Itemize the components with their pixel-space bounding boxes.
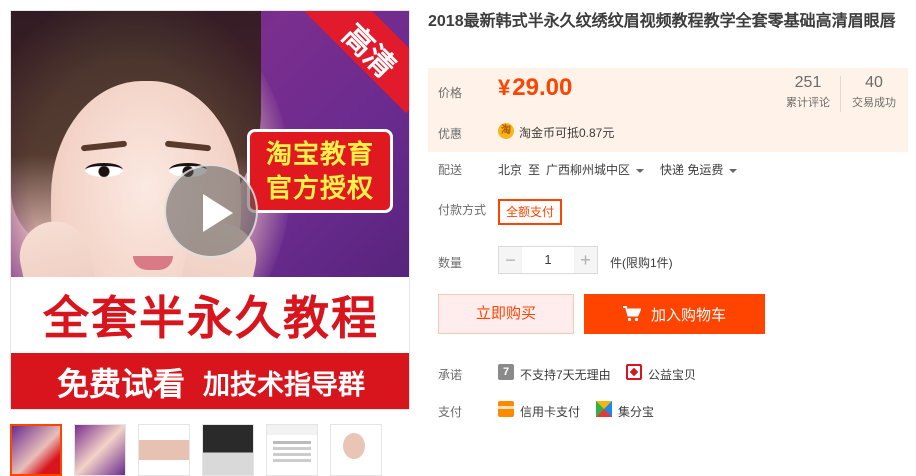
add-to-cart-label: 加入购物车 [650, 306, 726, 324]
reviews-count: 251 [794, 74, 822, 91]
thumbnail[interactable] [330, 424, 382, 476]
banner-main-text: 全套半永久教程 [43, 292, 379, 344]
chevron-down-icon [729, 168, 738, 173]
deals-label: 交易成功 [852, 97, 896, 109]
product-title: 2018最新韩式半永久纹绣纹眉视频教程教学全套零基础高清眉眼唇 [428, 13, 896, 30]
pay-label: 支付 [438, 405, 463, 419]
thumbnail[interactable] [10, 424, 62, 476]
deals-stat: 40 交易成功 [844, 74, 904, 110]
delivery-destination: 广西柳州城中区 [546, 163, 631, 177]
promo-label: 优惠 [438, 127, 463, 141]
banner-sub-text-2: 加技术指导群 [203, 369, 365, 400]
charity-icon [626, 364, 642, 380]
banner-main: 全套半永久教程 [11, 277, 409, 353]
delivery-method-select[interactable]: 快递 免运费 [660, 161, 738, 178]
thumbnail[interactable] [202, 424, 254, 476]
auth-line-1: 淘宝教育 [265, 139, 374, 169]
deals-count: 40 [865, 74, 883, 91]
delivery-method: 快递 免运费 [660, 163, 724, 177]
jifenbao-icon [596, 401, 612, 417]
jifenbao-text[interactable]: 集分宝 [618, 403, 654, 420]
cart-icon [622, 306, 641, 322]
promise-label: 承诺 [438, 368, 463, 382]
delivery-from: 北京 [498, 163, 523, 177]
price-amount: 29.00 [512, 74, 573, 101]
chevron-down-icon [636, 168, 645, 173]
banner-sub-text-1: 免费试看 [56, 366, 185, 402]
no-7day-return-text[interactable]: 不支持7天无理由 [520, 366, 611, 383]
currency-symbol: ¥ [498, 75, 511, 100]
thumbnail-strip [10, 424, 382, 476]
main-product-image[interactable]: 高清 淘宝教育 官方授权 全套半永久教程 免费试看 加技术指导群 [10, 10, 410, 410]
thumbnail[interactable] [266, 424, 318, 476]
right-brow [164, 140, 212, 152]
price-label: 价格 [438, 86, 463, 100]
quantity-input[interactable]: 1 [522, 246, 574, 274]
stat-divider [840, 76, 841, 112]
credit-card-icon [498, 401, 514, 417]
quantity-stepper: − 1 + [498, 246, 598, 274]
product-page: 高清 淘宝教育 官方授权 全套半永久教程 免费试看 加技术指导群 2018最新韩… [0, 0, 916, 476]
full-payment-option[interactable]: 全额支付 [498, 199, 563, 225]
quantity-decrease-button[interactable]: − [498, 246, 522, 274]
play-video-button[interactable] [164, 164, 258, 258]
quantity-limit-note: 件(限购1件) [610, 256, 673, 270]
mouth [133, 256, 173, 270]
add-to-cart-button[interactable]: 加入购物车 [584, 294, 765, 334]
delivery-destination-select[interactable]: 广西柳州城中区 [546, 161, 645, 178]
reviews-stat[interactable]: 251 累计评论 [778, 74, 838, 110]
play-icon [203, 194, 233, 232]
auth-line-2: 官方授权 [265, 173, 374, 203]
taojinbi-coin-icon: 淘 [498, 123, 514, 139]
left-brow [80, 140, 128, 152]
price-panel: 价格 ¥29.00 251 累计评论 40 交易成功 优惠 淘 淘金币可抵0.8… [428, 68, 908, 152]
payment-method-label: 付款方式 [438, 203, 487, 217]
buy-now-button[interactable]: 立即购买 [438, 294, 574, 334]
delivery-to-word: 至 [528, 163, 541, 177]
quantity-increase-button[interactable]: + [574, 246, 598, 274]
delivery-label: 配送 [438, 163, 463, 177]
reviews-label: 累计评论 [786, 97, 830, 109]
credit-card-text[interactable]: 信用卡支付 [520, 403, 580, 420]
no-7day-return-icon: 7 [498, 364, 514, 380]
quantity-label: 数量 [438, 256, 463, 270]
thumbnail[interactable] [74, 424, 126, 476]
banner-sub: 免费试看 加技术指导群 [11, 353, 409, 409]
coin-discount-text: 淘金币可抵0.87元 [519, 126, 615, 140]
thumbnail[interactable] [138, 424, 190, 476]
official-auth-badge: 淘宝教育 官方授权 [247, 129, 393, 213]
charity-text[interactable]: 公益宝贝 [648, 366, 696, 383]
left-eye [85, 163, 123, 177]
price-value: ¥29.00 [498, 74, 572, 102]
